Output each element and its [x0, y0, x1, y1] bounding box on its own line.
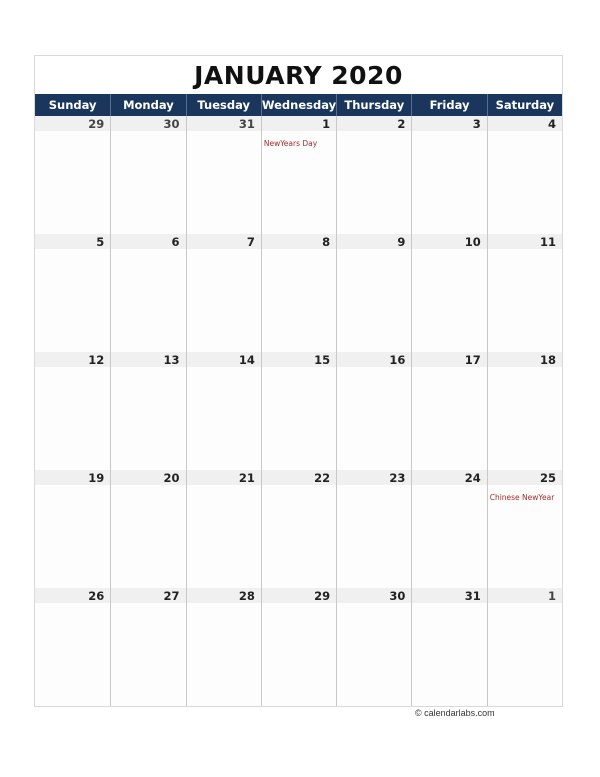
day-number: 20: [111, 470, 186, 485]
day-number: 2: [337, 116, 412, 131]
day-number: 9: [337, 234, 412, 249]
day-cell[interactable]: 21: [185, 470, 261, 588]
day-number: 29: [35, 116, 111, 131]
holiday-event: Chinese NewYear: [489, 493, 555, 502]
weekday-saturday: Saturday: [486, 94, 562, 116]
day-number: 18: [487, 352, 562, 367]
day-number: 1: [487, 588, 562, 603]
day-number: 12: [35, 352, 111, 367]
weekday-sunday: Sunday: [48, 98, 97, 112]
day-cell[interactable]: 27: [110, 588, 186, 706]
day-cell[interactable]: 20: [110, 470, 186, 588]
day-cell[interactable]: 30: [110, 116, 186, 234]
day-cell[interactable]: 28: [185, 588, 261, 706]
day-cell[interactable]: 15: [260, 352, 337, 470]
day-cell[interactable]: 4: [486, 116, 562, 234]
day-cell[interactable]: 16: [336, 352, 412, 470]
calendar: JANUARY 2020 Sunday Monday Tuesday Wedne…: [34, 55, 563, 707]
day-number: 4: [487, 116, 562, 131]
day-number: 6: [111, 234, 186, 249]
day-number: 10: [412, 234, 487, 249]
holiday-event: NewYears Day: [263, 139, 318, 148]
day-number: 23: [337, 470, 412, 485]
copyright-footer: © calendarlabs.com: [415, 708, 495, 718]
day-number: 3: [412, 116, 487, 131]
day-number: 1: [261, 116, 337, 131]
day-cell[interactable]: 29: [260, 588, 337, 706]
day-cell[interactable]: 19: [35, 470, 111, 588]
day-number: 11: [487, 234, 562, 249]
day-cell[interactable]: 13: [110, 352, 186, 470]
day-number: 27: [111, 588, 186, 603]
calendar-title: JANUARY 2020: [194, 60, 403, 90]
weekday-header: Sunday Monday Tuesday Wednesday Thursday…: [35, 94, 562, 116]
day-number: 7: [186, 234, 261, 249]
day-cell[interactable]: 10: [411, 234, 487, 352]
day-cell[interactable]: 11: [486, 234, 562, 352]
day-cell[interactable]: 31: [185, 116, 261, 234]
day-number: 19: [35, 470, 111, 485]
day-number: 28: [186, 588, 261, 603]
weekday-monday: Monday: [110, 94, 185, 116]
calendar-grid: 29 30 31 1 NewYears Day 2 3 4 5 6 7 8 9 10 11 12 13 14 15 1…: [35, 116, 562, 706]
weekday-wednesday: Wednesday: [260, 94, 336, 116]
day-cell[interactable]: 9: [336, 234, 412, 352]
day-cell[interactable]: 5: [35, 234, 111, 352]
day-cell[interactable]: 7: [185, 234, 261, 352]
weekday-thursday: Thursday: [336, 94, 411, 116]
day-number: 5: [35, 234, 111, 249]
day-cell[interactable]: 23: [336, 470, 412, 588]
day-number: 25: [487, 470, 562, 485]
day-cell[interactable]: 2: [336, 116, 412, 234]
day-cell[interactable]: 25 Chinese NewYear: [486, 470, 562, 588]
day-cell[interactable]: 3: [411, 116, 487, 234]
day-cell[interactable]: 29: [35, 116, 111, 234]
day-number: 24: [412, 470, 487, 485]
day-cell[interactable]: 14: [185, 352, 261, 470]
day-cell[interactable]: 18: [486, 352, 562, 470]
day-number: 30: [337, 588, 412, 603]
day-number: 8: [261, 234, 337, 249]
day-cell[interactable]: 1: [486, 588, 562, 706]
day-cell[interactable]: 1 NewYears Day: [260, 116, 337, 234]
day-cell[interactable]: 8: [260, 234, 337, 352]
day-cell[interactable]: 17: [411, 352, 487, 470]
day-cell[interactable]: 31: [411, 588, 487, 706]
day-cell[interactable]: 30: [336, 588, 412, 706]
day-number: 31: [186, 116, 261, 131]
day-number: 30: [111, 116, 186, 131]
day-cell[interactable]: 6: [110, 234, 186, 352]
day-number: 31: [412, 588, 487, 603]
day-cell[interactable]: 12: [35, 352, 111, 470]
day-cell[interactable]: 24: [411, 470, 487, 588]
day-number: 15: [261, 352, 337, 367]
day-cell[interactable]: 26: [35, 588, 111, 706]
day-number: 26: [35, 588, 111, 603]
day-number: 17: [412, 352, 487, 367]
day-number: 14: [186, 352, 261, 367]
day-number: 22: [261, 470, 337, 485]
day-number: 29: [261, 588, 337, 603]
weekday-friday: Friday: [411, 94, 486, 116]
day-number: 16: [337, 352, 412, 367]
day-number: 13: [111, 352, 186, 367]
day-cell[interactable]: 22: [260, 470, 337, 588]
day-number: 21: [186, 470, 261, 485]
weekday-tuesday: Tuesday: [185, 94, 261, 116]
